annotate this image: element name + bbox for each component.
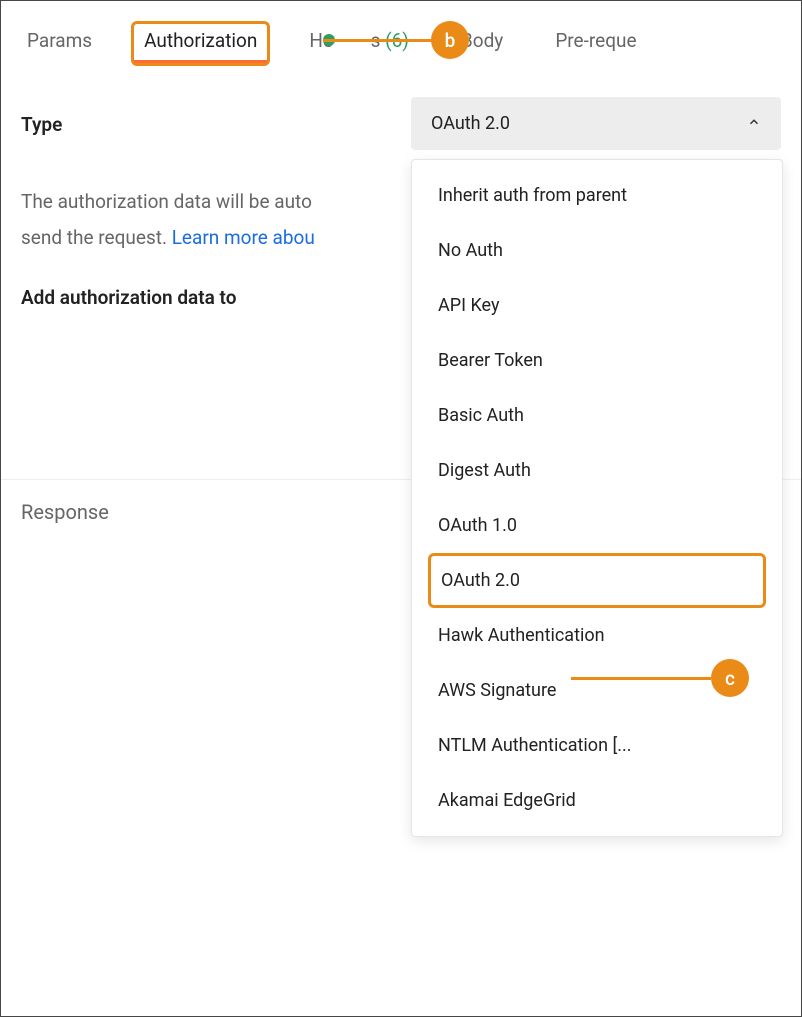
auth-desc-line2: send the request. xyxy=(21,226,172,249)
tab-headers[interactable]: Headers (6) xyxy=(303,21,415,66)
auth-type-select[interactable]: OAuth 2.0 xyxy=(411,97,781,150)
auth-description: The authorization data will be auto send… xyxy=(21,184,421,256)
auth-option-ntlm[interactable]: NTLM Authentication [... xyxy=(412,718,782,773)
auth-option-oauth2[interactable]: OAuth 2.0 xyxy=(428,553,766,608)
auth-type-label: Type xyxy=(21,97,62,136)
auth-type-selected: OAuth 2.0 xyxy=(431,113,510,134)
callout-badge-c: c xyxy=(711,659,749,697)
callout-badge-b: b xyxy=(431,21,469,59)
tab-prerequest[interactable]: Pre-reque xyxy=(549,21,642,66)
auth-option-bearer[interactable]: Bearer Token xyxy=(412,333,782,388)
auth-option-akamai[interactable]: Akamai EdgeGrid xyxy=(412,773,782,828)
auth-option-digest[interactable]: Digest Auth xyxy=(412,443,782,498)
connector-line-c xyxy=(571,677,711,680)
auth-type-dropdown: Inherit auth from parent No Auth API Key… xyxy=(411,159,783,837)
auth-option-noauth[interactable]: No Auth xyxy=(412,223,782,278)
auth-option-apikey[interactable]: API Key xyxy=(412,278,782,333)
auth-option-hawk[interactable]: Hawk Authentication xyxy=(412,608,782,663)
auth-option-basic[interactable]: Basic Auth xyxy=(412,388,782,443)
learn-more-link[interactable]: Learn more abou xyxy=(172,226,315,249)
chevron-up-icon xyxy=(747,114,761,133)
request-tabs: Params Authorization Headers (6) Body Pr… xyxy=(1,1,801,67)
connector-line-b xyxy=(323,39,433,42)
auth-option-inherit[interactable]: Inherit auth from parent xyxy=(412,168,782,223)
tab-params[interactable]: Params xyxy=(21,21,98,66)
tab-authorization[interactable]: Authorization xyxy=(131,21,270,66)
auth-desc-line1: The authorization data will be auto xyxy=(21,190,312,213)
auth-option-oauth1[interactable]: OAuth 1.0 xyxy=(412,498,782,553)
